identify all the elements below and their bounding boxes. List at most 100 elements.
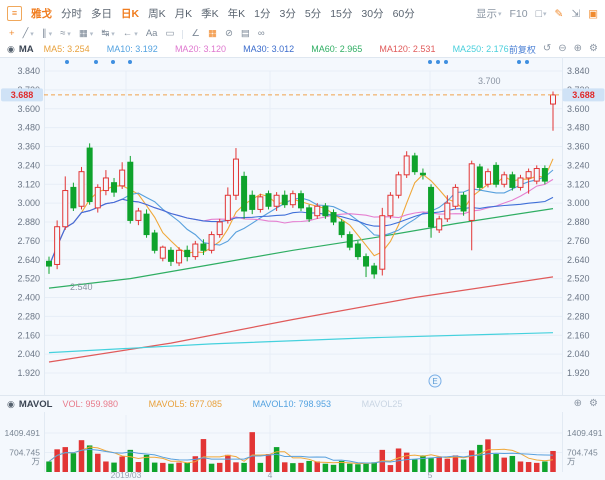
indicator-toggle-icon[interactable]: ◉	[7, 44, 15, 55]
tab-quarterly-k[interactable]: 季K	[201, 6, 219, 21]
tab-yearly-k[interactable]: 年K	[228, 6, 246, 21]
chevron-down-icon: ▾	[90, 31, 94, 38]
svg-text:2.160: 2.160	[567, 330, 590, 340]
svg-text:2.160: 2.160	[17, 330, 40, 340]
svg-text:1409.491: 1409.491	[567, 428, 603, 438]
volume-bar-right: ⊕ ⚙	[574, 399, 598, 409]
svg-text:万: 万	[567, 457, 576, 467]
svg-text:3.600: 3.600	[567, 104, 590, 114]
indicator-name[interactable]: MA	[19, 44, 34, 55]
measure-tool[interactable]: ∠	[191, 29, 200, 39]
tab-weekly-k[interactable]: 周K	[148, 6, 166, 21]
candle-body	[168, 250, 173, 261]
zoom-in-icon[interactable]: ⊕	[574, 399, 582, 409]
candle-body	[47, 261, 52, 266]
display-dropdown[interactable]: 显示▾	[476, 6, 502, 21]
candle-body	[71, 187, 76, 207]
indicator-ma250[interactable]: MA250: 2.176	[453, 44, 509, 54]
stock-name-tab[interactable]: 雅戈	[31, 6, 52, 21]
tab-60min[interactable]: 60分	[393, 6, 415, 21]
shape-tool[interactable]: ▦▾	[79, 29, 94, 39]
fib-tool[interactable]: ↹▾	[101, 29, 114, 39]
settings-icon[interactable]: ⚙	[589, 44, 598, 54]
settings-icon[interactable]: ⚙	[589, 399, 598, 409]
candle-body	[307, 208, 312, 219]
text-tool[interactable]: Aa	[146, 29, 158, 39]
candle-body	[534, 169, 539, 182]
candle-body	[502, 175, 507, 184]
candle-body	[152, 233, 157, 250]
compare-tool[interactable]: ∞	[258, 29, 265, 39]
move-tool[interactable]: +	[9, 29, 15, 39]
stock-list-icon[interactable]: ≡	[7, 6, 22, 21]
chevron-down-icon: ▾	[134, 31, 138, 38]
wave-tool-icon: ≈	[60, 29, 65, 39]
f10-button[interactable]: F10	[510, 8, 528, 20]
list-tool[interactable]: ▤	[241, 29, 250, 39]
text-tool-icon: Aa	[146, 29, 158, 39]
svg-text:2019/03: 2019/03	[111, 470, 142, 480]
trendline-tool[interactable]: ╱▾	[23, 29, 34, 39]
panel-toggle-button[interactable]: ▣	[588, 8, 598, 20]
indicator-ma60[interactable]: MA60: 2.965	[311, 44, 362, 54]
tab-monthly-k[interactable]: 月K	[175, 6, 193, 21]
indicator-mavol5[interactable]: MAVOL5: 677.085	[149, 399, 222, 409]
candle-body	[242, 176, 247, 211]
candle-body	[136, 211, 141, 220]
tab-5min[interactable]: 5分	[305, 6, 321, 21]
arrow-tool[interactable]: ←▾	[123, 29, 138, 39]
top-toolbar-right: 显示▾ F10 □▾ ✎ ⇲ ▣	[476, 6, 598, 21]
indicator-mavol25[interactable]: MAVOL25	[362, 399, 403, 409]
candle-body	[87, 148, 92, 201]
indicator-ma5[interactable]: MA5: 3.254	[44, 44, 90, 54]
indicator-ma120[interactable]: MA120: 2.531	[379, 44, 435, 54]
comment-tool[interactable]: ▭	[165, 29, 174, 39]
volume-bar	[290, 463, 296, 472]
svg-text:3.688: 3.688	[572, 90, 595, 100]
volume-bar	[485, 439, 491, 472]
svg-text:3.120: 3.120	[17, 179, 40, 189]
indicator-vol[interactable]: VOL: 959.980	[62, 399, 118, 409]
tab-30min[interactable]: 30分	[361, 6, 383, 21]
svg-text:4: 4	[268, 470, 273, 480]
golden-section-tool[interactable]: ▦	[208, 29, 217, 39]
volume-bar	[71, 453, 77, 472]
zoom-out-icon[interactable]: ⊖	[558, 44, 566, 54]
erase-tool[interactable]: ⊘	[225, 29, 233, 39]
tab-15min[interactable]: 15分	[330, 6, 352, 21]
svg-text:3.480: 3.480	[567, 123, 590, 133]
svg-text:1.920: 1.920	[17, 368, 40, 378]
indicator-ma10[interactable]: MA10: 3.192	[107, 44, 158, 54]
volume-toggle-icon[interactable]: ◉	[7, 399, 15, 410]
layout-dropdown[interactable]: □▾	[536, 8, 547, 20]
compare-tool-icon: ∞	[258, 29, 265, 39]
candle-body	[63, 191, 68, 227]
candle-body	[331, 213, 336, 222]
volume-bar	[412, 460, 418, 472]
indicator-ma30[interactable]: MA30: 3.012	[243, 44, 294, 54]
zoom-in-icon[interactable]: ⊕	[574, 44, 582, 54]
tab-daily-k[interactable]: 日K	[121, 6, 139, 21]
wave-tool[interactable]: ≈▾	[60, 29, 71, 39]
svg-text:2.520: 2.520	[17, 274, 40, 284]
volume-bar	[323, 464, 329, 472]
tab-1min[interactable]: 1分	[254, 6, 270, 21]
volume-bar	[518, 461, 524, 472]
adjustment-mode-button[interactable]: 前复权	[509, 43, 536, 56]
candlestick-chart[interactable]: 3.8403.8403.7203.7203.6003.6003.4803.480…	[0, 57, 605, 480]
volume-indicator-name[interactable]: MAVOL	[19, 399, 53, 410]
tab-intraday[interactable]: 分时	[61, 6, 82, 21]
indicator-ma20[interactable]: MA20: 3.120	[175, 44, 226, 54]
volume-bar	[258, 463, 264, 472]
channel-tool[interactable]: ∥▾	[42, 29, 52, 39]
tab-3min[interactable]: 3分	[280, 6, 296, 21]
tab-multiday[interactable]: 多日	[91, 6, 112, 21]
volume-bar	[526, 462, 532, 472]
candle-body	[299, 194, 304, 208]
indicator-mavol10[interactable]: MAVOL10: 798.953	[253, 399, 331, 409]
fullscreen-button[interactable]: ⇲	[571, 8, 580, 20]
restore-icon[interactable]: ↺	[543, 44, 551, 54]
candle-body	[453, 187, 458, 206]
draw-pencil-button[interactable]: ✎	[554, 8, 563, 20]
svg-text:万: 万	[31, 457, 40, 467]
